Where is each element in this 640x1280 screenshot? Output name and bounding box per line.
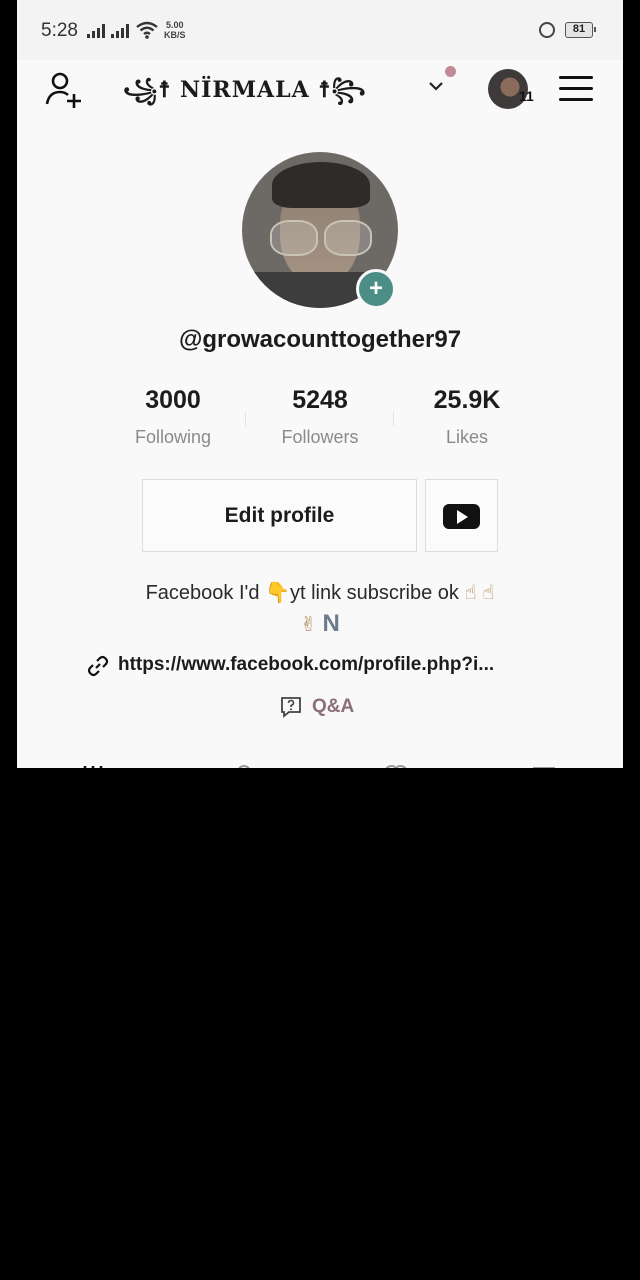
- profile-screen: 5:28 5.00 KB/S 81 ꧁☨ NÏRMALA ☨꧂ 11 + @gr…: [17, 0, 623, 768]
- notification-dot: [445, 66, 456, 77]
- grid-tab-icon[interactable]: [80, 760, 106, 768]
- status-bar: 5:28 5.00 KB/S 81: [17, 0, 623, 60]
- add-user-icon[interactable]: [43, 70, 83, 110]
- fingers-crossed-emoji: ✌: [300, 614, 317, 636]
- notification-count: 11: [519, 88, 534, 104]
- bio-line-1: Facebook I'd 👇yt link subscribe ok ☝ ☝: [145, 582, 495, 604]
- divider: [245, 412, 246, 426]
- link-text: https://www.facebook.com/profile.php?i..…: [118, 654, 495, 675]
- content-tabs: [17, 756, 623, 768]
- stat-following[interactable]: 3000 Following: [113, 386, 233, 448]
- rotation-lock-icon: [539, 22, 555, 38]
- stat-likes[interactable]: 25.9K Likes: [407, 386, 527, 448]
- top-bar: ꧁☨ NÏRMALA ☨꧂ 11: [17, 60, 623, 120]
- divider: [393, 412, 394, 426]
- youtube-icon: [443, 504, 480, 529]
- pointing-up-emoji: ☝ ☝: [464, 582, 495, 604]
- signal-icon: [111, 24, 133, 38]
- edit-profile-button[interactable]: Edit profile: [142, 479, 417, 552]
- account-switcher-title[interactable]: ꧁☨ NÏRMALA ☨꧂: [123, 70, 423, 110]
- pointing-down-emoji: 👇: [265, 582, 290, 604]
- network-speed: 5.00 KB/S: [164, 20, 186, 40]
- heart-tab-icon[interactable]: [383, 760, 409, 768]
- bookmark-tab-icon[interactable]: [531, 760, 557, 768]
- youtube-button[interactable]: [425, 479, 498, 552]
- lock-tab-icon[interactable]: [231, 760, 257, 768]
- wifi-icon: [136, 21, 158, 39]
- qa-icon: [281, 697, 301, 718]
- bio-link[interactable]: https://www.facebook.com/profile.php?i..…: [87, 652, 567, 680]
- bio-line-2: ✌ N: [300, 610, 340, 637]
- stat-followers[interactable]: 5248 Followers: [260, 386, 380, 448]
- username: @growacounttogether97: [178, 326, 462, 353]
- plus-icon[interactable]: +: [356, 269, 396, 309]
- status-time: 5:28: [41, 20, 78, 41]
- signal-icon: [87, 24, 109, 38]
- link-icon: [87, 655, 109, 677]
- chevron-down-icon[interactable]: [428, 78, 444, 94]
- menu-icon[interactable]: [559, 76, 593, 102]
- battery-indicator: 81: [565, 22, 596, 38]
